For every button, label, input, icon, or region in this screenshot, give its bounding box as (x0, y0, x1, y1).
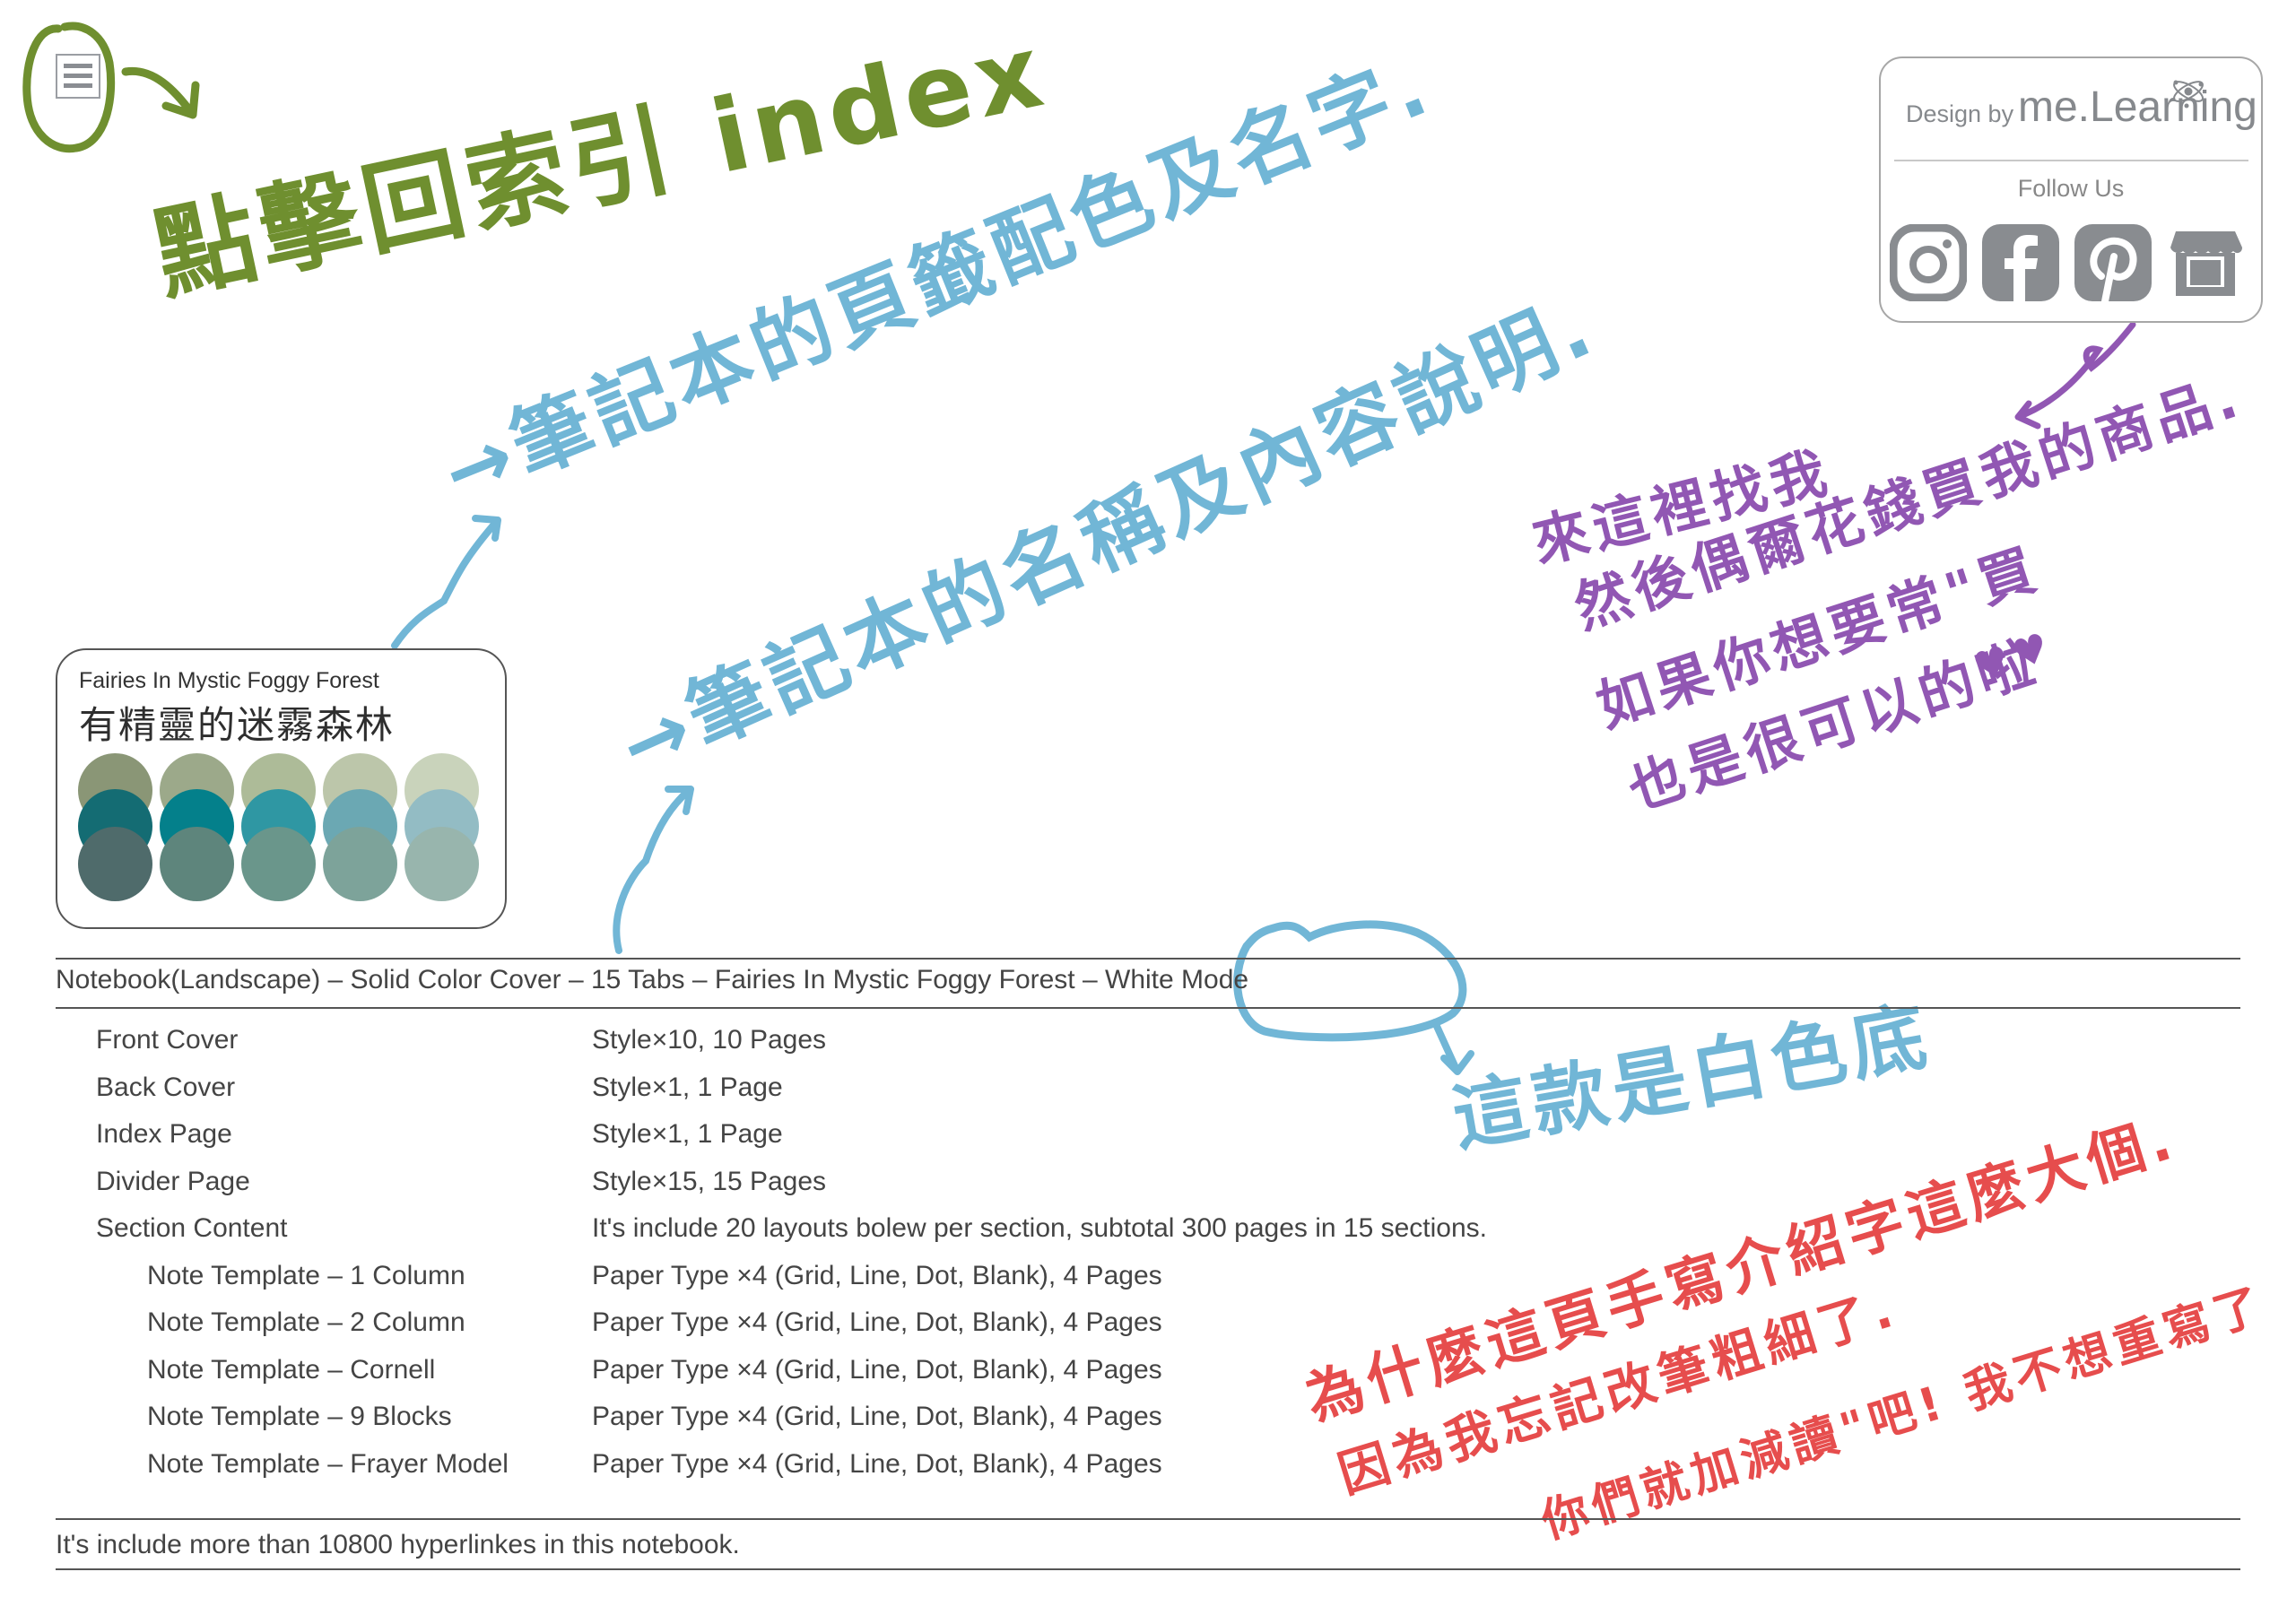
shop-icon[interactable] (2167, 224, 2244, 301)
green-circle-stroke (22, 22, 116, 153)
spec-row-label: Front Cover (96, 1025, 239, 1055)
notebook-title: Notebook(Landscape) – Solid Color Cover … (56, 965, 1249, 994)
palette-name-zh: 有精靈的迷霧森林 (79, 703, 396, 747)
spec-row-label: Index Page (96, 1119, 232, 1149)
spec-row-label: Section Content (96, 1213, 288, 1243)
follow-us-label: Follow Us (2017, 175, 2125, 202)
spec-row-value: Style×15, 15 Pages (592, 1166, 827, 1196)
divider-footer-bottom (56, 1568, 2240, 1570)
blue-circle-white-mode (1233, 920, 1467, 1042)
blue-arrow-palette (391, 515, 501, 649)
spec-row-value: Paper Type ×4 (Grid, Line, Dot, Blank), … (592, 1354, 1162, 1385)
brand-divider (1894, 160, 2248, 161)
instagram-icon[interactable] (1890, 224, 1967, 301)
pinterest-icon[interactable] (2074, 224, 2152, 301)
spec-row-label: Note Template – 1 Column (147, 1260, 465, 1290)
design-by-label: Design by (1906, 100, 2014, 127)
color-swatch (160, 827, 234, 901)
color-swatch (78, 827, 152, 901)
divider-top (56, 958, 2240, 960)
spec-row-value: Paper Type ×4 (Grid, Line, Dot, Blank), … (592, 1260, 1162, 1290)
spec-row-label: Note Template – 2 Column (147, 1307, 465, 1337)
green-arrow-stroke (121, 66, 200, 119)
spec-row-value: Style×1, 1 Page (592, 1119, 783, 1149)
facebook-icon[interactable] (1982, 224, 2059, 301)
brand-name[interactable]: me.Learning (2018, 83, 2257, 132)
color-swatch (323, 827, 397, 901)
hyperlinks-note: It's include more than 10800 hyperlinkes… (56, 1530, 740, 1559)
spec-row-value: Paper Type ×4 (Grid, Line, Dot, Blank), … (592, 1402, 1162, 1431)
spec-row-value: Paper Type ×4 (Grid, Line, Dot, Blank), … (592, 1448, 1162, 1479)
spec-row-label: Note Template – Frayer Model (147, 1448, 509, 1479)
spec-row-label: Divider Page (96, 1166, 250, 1196)
color-swatch (404, 827, 479, 901)
spec-row-value: Style×1, 1 Page (592, 1072, 783, 1102)
spec-row-label: Back Cover (96, 1072, 236, 1102)
spec-row-label: Note Template – Cornell (147, 1354, 436, 1385)
blue-arrow-title (613, 786, 694, 954)
atom-logo-icon (2173, 80, 2204, 109)
spec-row-value: Style×10, 10 Pages (592, 1025, 827, 1055)
spec-row-value: Paper Type ×4 (Grid, Line, Dot, Blank), … (592, 1307, 1162, 1337)
spec-row-value: It's include 20 layouts bolew per sectio… (592, 1213, 1488, 1243)
spec-row-label: Note Template – 9 Blocks (147, 1402, 452, 1431)
divider-footer-top (56, 1518, 2240, 1520)
color-swatch (241, 827, 316, 901)
palette-name-en: Fairies In Mystic Foggy Forest (79, 668, 379, 693)
divider-title (56, 1007, 2240, 1009)
